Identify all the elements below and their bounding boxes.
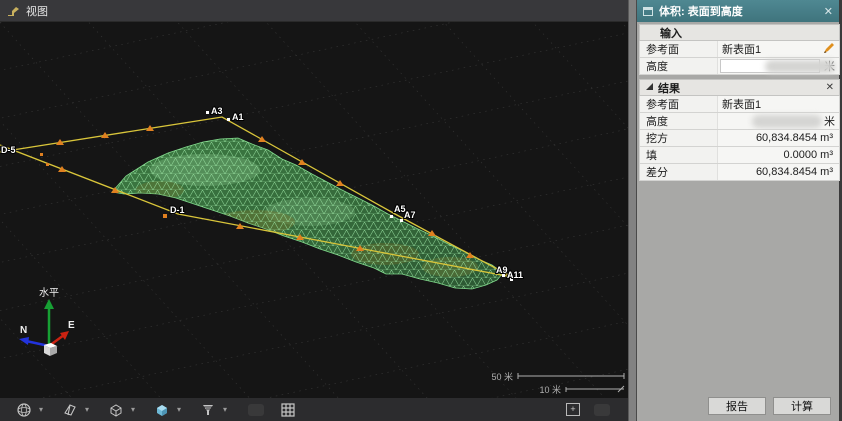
filter-icon[interactable] <box>198 401 218 419</box>
view-cube-dropdown[interactable]: ▾ <box>128 405 138 414</box>
result-cut-row: 挖方 60,834.8454 m³ <box>639 130 840 147</box>
report-button[interactable]: 报告 <box>708 397 766 415</box>
result-height-row: 高度 米 <box>639 113 840 130</box>
result-height-label: 高度 <box>640 113 718 129</box>
orbit-faded-icon[interactable] <box>594 404 610 416</box>
input-header-label: 输入 <box>660 25 682 41</box>
panel-splitter[interactable] <box>628 0 637 421</box>
panel-close-icon[interactable]: ✕ <box>824 5 833 18</box>
difference-value: 60,834.8454 m³ <box>718 166 839 178</box>
result-reference-row: 参考面 新表面1 <box>639 96 840 113</box>
cut-label: 挖方 <box>640 130 718 146</box>
results-close-icon[interactable]: ✕ <box>826 82 834 93</box>
collapse-icon[interactable] <box>646 83 653 90</box>
view-tab-icon <box>7 5 21 17</box>
axis-east-label: E <box>68 320 75 331</box>
viewport-3d[interactable]: A3 A1 D-5 D-1 A5 A7 A9 A11 <box>0 22 628 398</box>
results-section-header[interactable]: 结果 ✕ <box>639 79 840 96</box>
point-label-d5: D-5 <box>1 145 16 155</box>
render-style-globe-icon[interactable] <box>14 401 34 419</box>
panel-title-bar[interactable]: 体积: 表面到高度 ✕ <box>637 0 839 22</box>
result-diff-row: 差分 60,834.8454 m³ <box>639 164 840 181</box>
result-fill-row: 填 0.0000 m³ <box>639 147 840 164</box>
filter-dropdown[interactable]: ▾ <box>220 405 230 414</box>
redacted-value <box>752 115 822 128</box>
scale-10-label: 10 米 <box>539 384 561 395</box>
grid-icon[interactable] <box>278 401 298 419</box>
axis-up-label: 水平 <box>39 287 59 299</box>
view-tab-bar: 视图 <box>0 0 637 22</box>
fill-label: 填 <box>640 147 718 163</box>
fill-value: 0.0000 m³ <box>718 149 839 161</box>
result-reference-label: 参考面 <box>640 96 718 112</box>
result-height-unit: 米 <box>823 113 839 129</box>
panel-window-icon <box>643 7 653 16</box>
point-label-a7: A7 <box>404 210 416 220</box>
edit-pencil-icon[interactable] <box>821 42 835 56</box>
layers-faded-icon[interactable] <box>248 404 264 416</box>
scene-canvas: A3 A1 D-5 D-1 A5 A7 A9 A11 <box>0 22 628 398</box>
solid-cube-dropdown[interactable]: ▾ <box>174 405 184 414</box>
volume-panel: 体积: 表面到高度 ✕ 输入 参考面 新表面1 高度 米 <box>637 0 842 421</box>
zoom-window-icon[interactable]: + <box>566 403 580 416</box>
calculate-button[interactable]: 计算 <box>773 397 831 415</box>
input-reference-row: 参考面 新表面1 <box>639 41 840 58</box>
render-style-dropdown[interactable]: ▾ <box>36 405 46 414</box>
view-cube-icon[interactable] <box>106 401 126 419</box>
point-label-a11: A11 <box>507 270 523 280</box>
difference-label: 差分 <box>640 164 718 180</box>
panel-buttons: 报告 计算 <box>708 397 831 415</box>
point-label-a1: A1 <box>232 112 244 122</box>
axis-north-label: N <box>20 325 27 336</box>
solid-cube-icon[interactable] <box>152 401 172 419</box>
reference-value[interactable]: 新表面1 <box>718 41 821 57</box>
result-reference-value: 新表面1 <box>718 96 839 112</box>
view-toolbar: ▾ ▾ ▾ ▾ ▾ <box>0 398 628 421</box>
panel-title: 体积: 表面到高度 <box>659 3 824 19</box>
scale-50-label: 50 米 <box>491 371 513 382</box>
height-label: 高度 <box>640 58 718 74</box>
reference-label: 参考面 <box>640 41 718 57</box>
results-header-label: 结果 <box>658 80 680 96</box>
point-label-a9: A9 <box>496 265 508 275</box>
shading-dropdown[interactable]: ▾ <box>82 405 92 414</box>
shading-prism-icon[interactable] <box>60 401 80 419</box>
cut-value: 60,834.8454 m³ <box>718 132 839 144</box>
point-label-a3: A3 <box>211 106 223 116</box>
application-window: 视图 <box>0 0 842 421</box>
input-height-row: 高度 米 <box>639 58 840 75</box>
tab-view[interactable]: 视图 <box>26 3 48 19</box>
redacted-value <box>765 60 835 73</box>
input-section-header[interactable]: 输入 <box>639 24 840 41</box>
point-label-d1: D-1 <box>170 205 185 215</box>
